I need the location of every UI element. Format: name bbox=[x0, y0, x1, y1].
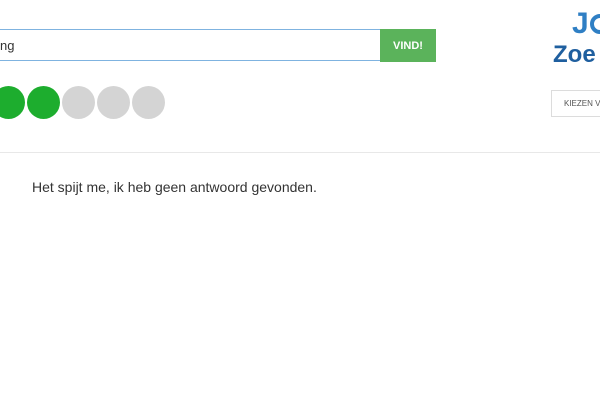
search-input[interactable] bbox=[0, 29, 380, 61]
rating-dot-empty bbox=[62, 86, 95, 119]
logo-text-top: J bbox=[572, 7, 589, 40]
header-divider bbox=[0, 152, 600, 153]
logo-text-bottom: Zoe bbox=[553, 41, 596, 68]
rating-dot-empty bbox=[132, 86, 165, 119]
search-button[interactable]: VIND! bbox=[380, 29, 436, 62]
rating-dot-empty bbox=[97, 86, 130, 119]
no-answer-message: Het spijt me, ik heb geen antwoord gevon… bbox=[32, 179, 317, 195]
rating-dot-filled bbox=[0, 86, 25, 119]
logo-ring-icon bbox=[590, 14, 600, 34]
logo: J Zoe bbox=[552, 6, 600, 70]
rating-dot-filled bbox=[27, 86, 60, 119]
choose-button[interactable]: KIEZEN V bbox=[551, 90, 600, 117]
